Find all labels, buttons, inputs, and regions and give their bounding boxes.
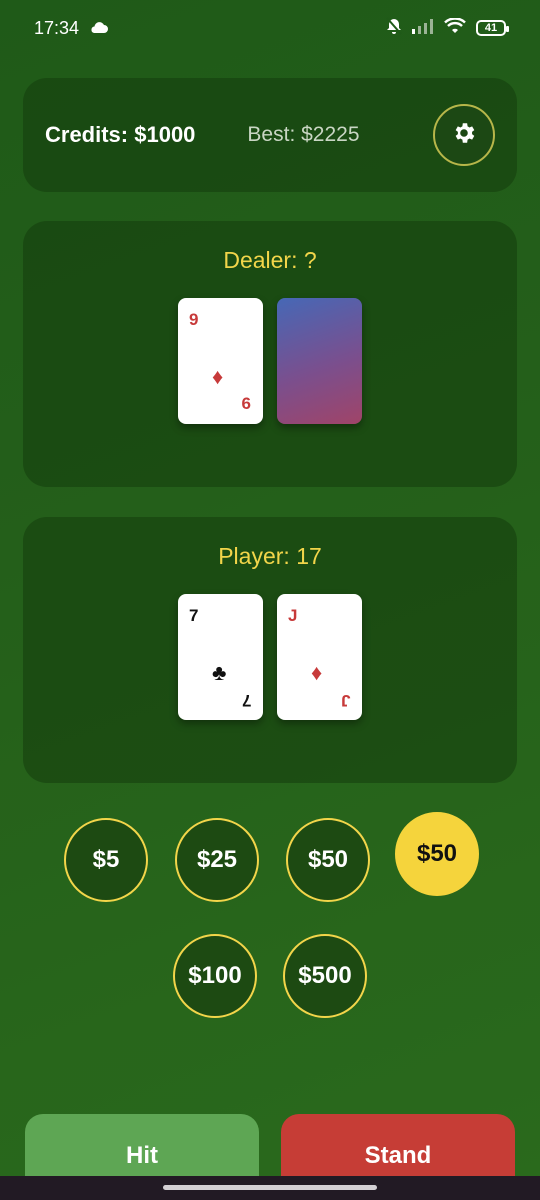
credits-label: Credits: $1000 (45, 122, 196, 147)
wifi-icon (444, 16, 466, 39)
card-rank-bottom: 7 (241, 691, 251, 710)
chip-5[interactable]: $5 (64, 818, 148, 902)
signal-icon (412, 18, 434, 39)
status-right: 41 (386, 16, 509, 40)
dealer-hand-panel: Dealer: ? 9 ♦ 6 (23, 221, 517, 487)
card-rank: 7 (189, 606, 199, 625)
player-card-2: J ♦ J (277, 594, 362, 720)
battery-icon: 41 (476, 20, 509, 36)
dealer-card-1: 9 ♦ 6 (178, 298, 263, 424)
card-rank-bottom: 6 (241, 394, 251, 413)
diamond-suit-icon: ♦ (311, 660, 323, 685)
chip-25[interactable]: $25 (175, 818, 259, 902)
card-rank: 9 (189, 310, 199, 329)
header-panel: Credits: $1000 Best: $2225 (23, 78, 517, 192)
system-nav-bar (0, 1176, 540, 1200)
player-hand-panel: Player: 17 7 ♣ 7 J ♦ J (23, 517, 517, 783)
status-left: 17:34 (34, 18, 109, 39)
card-rank: J (288, 606, 298, 625)
gear-icon (451, 120, 477, 151)
player-title: Player: 17 (218, 543, 322, 569)
club-suit-icon: ♣ (212, 660, 227, 685)
selected-bet-chip[interactable]: $50 (395, 812, 479, 896)
chip-500[interactable]: $500 (283, 934, 367, 1018)
card-rank-bottom: J (340, 691, 350, 710)
dealer-title: Dealer: ? (223, 247, 317, 273)
best-score-label: Best: $2225 (247, 123, 360, 146)
player-card-1: 7 ♣ 7 (178, 594, 263, 720)
chip-100[interactable]: $100 (173, 934, 257, 1018)
silent-bell-icon (386, 16, 402, 40)
diamond-suit-icon: ♦ (212, 364, 224, 389)
dealer-card-hidden (277, 298, 362, 424)
status-time: 17:34 (34, 17, 80, 38)
status-bar: 17:34 41 (0, 0, 540, 56)
cloud-icon (89, 18, 109, 39)
home-gesture-handle[interactable] (163, 1185, 377, 1190)
chip-50[interactable]: $50 (286, 818, 370, 902)
settings-button[interactable] (433, 104, 495, 166)
